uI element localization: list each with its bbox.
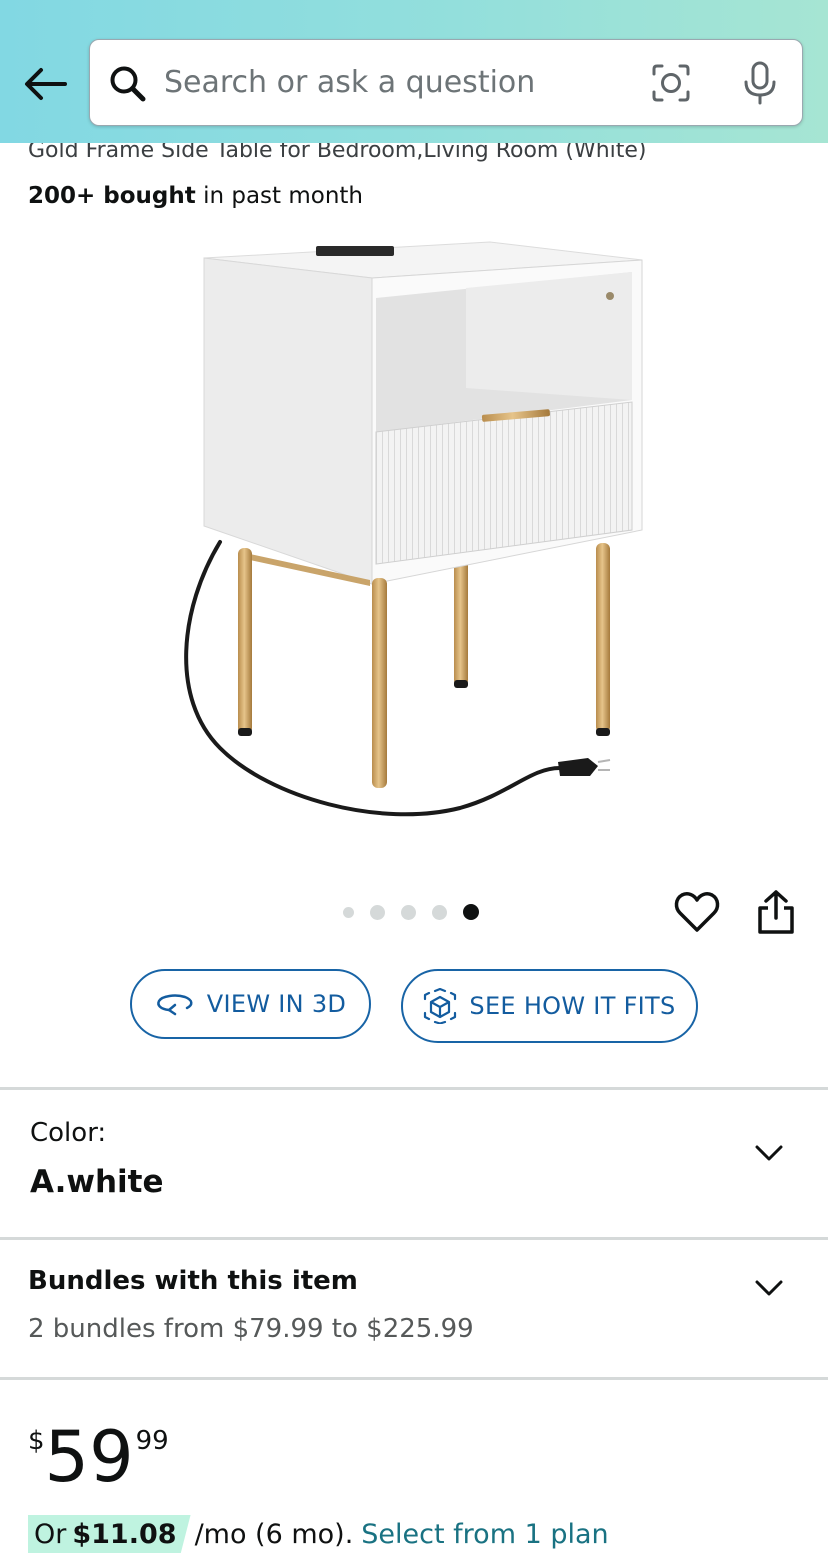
- power-outlet: [316, 246, 394, 256]
- view-in-3d-label: VIEW IN 3D: [206, 990, 347, 1018]
- price: $ 59 99: [28, 1418, 169, 1492]
- bundles-title: Bundles with this item: [28, 1266, 358, 1296]
- leg-back-middle: [454, 558, 468, 686]
- leg-front-right: [372, 578, 387, 788]
- bought-count-bold: 200+ bought: [28, 183, 196, 209]
- monthly-amount: $11.08: [72, 1518, 177, 1550]
- microphone-icon[interactable]: [740, 60, 780, 106]
- monthly-payment-tag: Or $11.08: [28, 1515, 191, 1553]
- monthly-prefix: Or: [34, 1518, 67, 1550]
- carousel-dot-5[interactable]: [463, 904, 479, 920]
- monthly-payment: Or $11.08 /mo (6 mo). Select from 1 plan: [28, 1515, 609, 1553]
- arrow-left-icon: [25, 68, 67, 100]
- header-bar: [0, 0, 828, 143]
- camera-lens-icon[interactable]: [650, 62, 692, 104]
- view-in-3d-button[interactable]: VIEW IN 3D: [130, 969, 371, 1039]
- wishlist-button[interactable]: [673, 888, 721, 936]
- product-image[interactable]: [160, 228, 660, 838]
- bought-count-rest: in past month: [203, 183, 364, 209]
- share-button[interactable]: [754, 888, 798, 936]
- price-fraction: 99: [135, 1426, 169, 1456]
- search-box[interactable]: [89, 39, 803, 126]
- leg-front-left: [238, 548, 252, 734]
- monthly-term: /mo (6 mo).: [194, 1518, 354, 1550]
- search-icon: [110, 66, 146, 102]
- search-input[interactable]: [164, 40, 644, 124]
- leg-back-right: [596, 543, 610, 733]
- select-plan-link[interactable]: Select from 1 plan: [361, 1519, 608, 1550]
- section-divider: [0, 1237, 828, 1240]
- section-divider: [0, 1377, 828, 1380]
- see-how-it-fits-button[interactable]: SEE HOW IT FITS: [401, 969, 698, 1043]
- color-value: A.white: [30, 1164, 164, 1200]
- carousel-dot-4[interactable]: [432, 904, 447, 920]
- ar-cube-icon: [424, 988, 457, 1024]
- heart-icon: [674, 892, 720, 932]
- chevron-down-icon[interactable]: [754, 1143, 784, 1163]
- bundles-subtitle: 2 bundles from $79.99 to $225.99: [28, 1314, 474, 1344]
- see-how-it-fits-label: SEE HOW IT FITS: [469, 992, 676, 1020]
- image-carousel-dots: [343, 904, 495, 920]
- carousel-dot-2[interactable]: [370, 904, 385, 920]
- back-button[interactable]: [20, 60, 70, 108]
- price-symbol: $: [28, 1426, 45, 1456]
- price-whole: 59: [44, 1416, 134, 1498]
- carousel-dot-3[interactable]: [401, 904, 416, 920]
- color-label: Color:: [30, 1118, 107, 1148]
- share-icon: [758, 890, 794, 934]
- chevron-down-icon[interactable]: [754, 1278, 784, 1298]
- rotate-3d-icon: [156, 994, 193, 1016]
- plug: [558, 758, 598, 776]
- bought-count: 200+ bought in past month: [28, 183, 363, 209]
- carousel-dot-1[interactable]: [343, 906, 354, 918]
- section-divider: [0, 1087, 828, 1090]
- table-side: [203, 257, 373, 585]
